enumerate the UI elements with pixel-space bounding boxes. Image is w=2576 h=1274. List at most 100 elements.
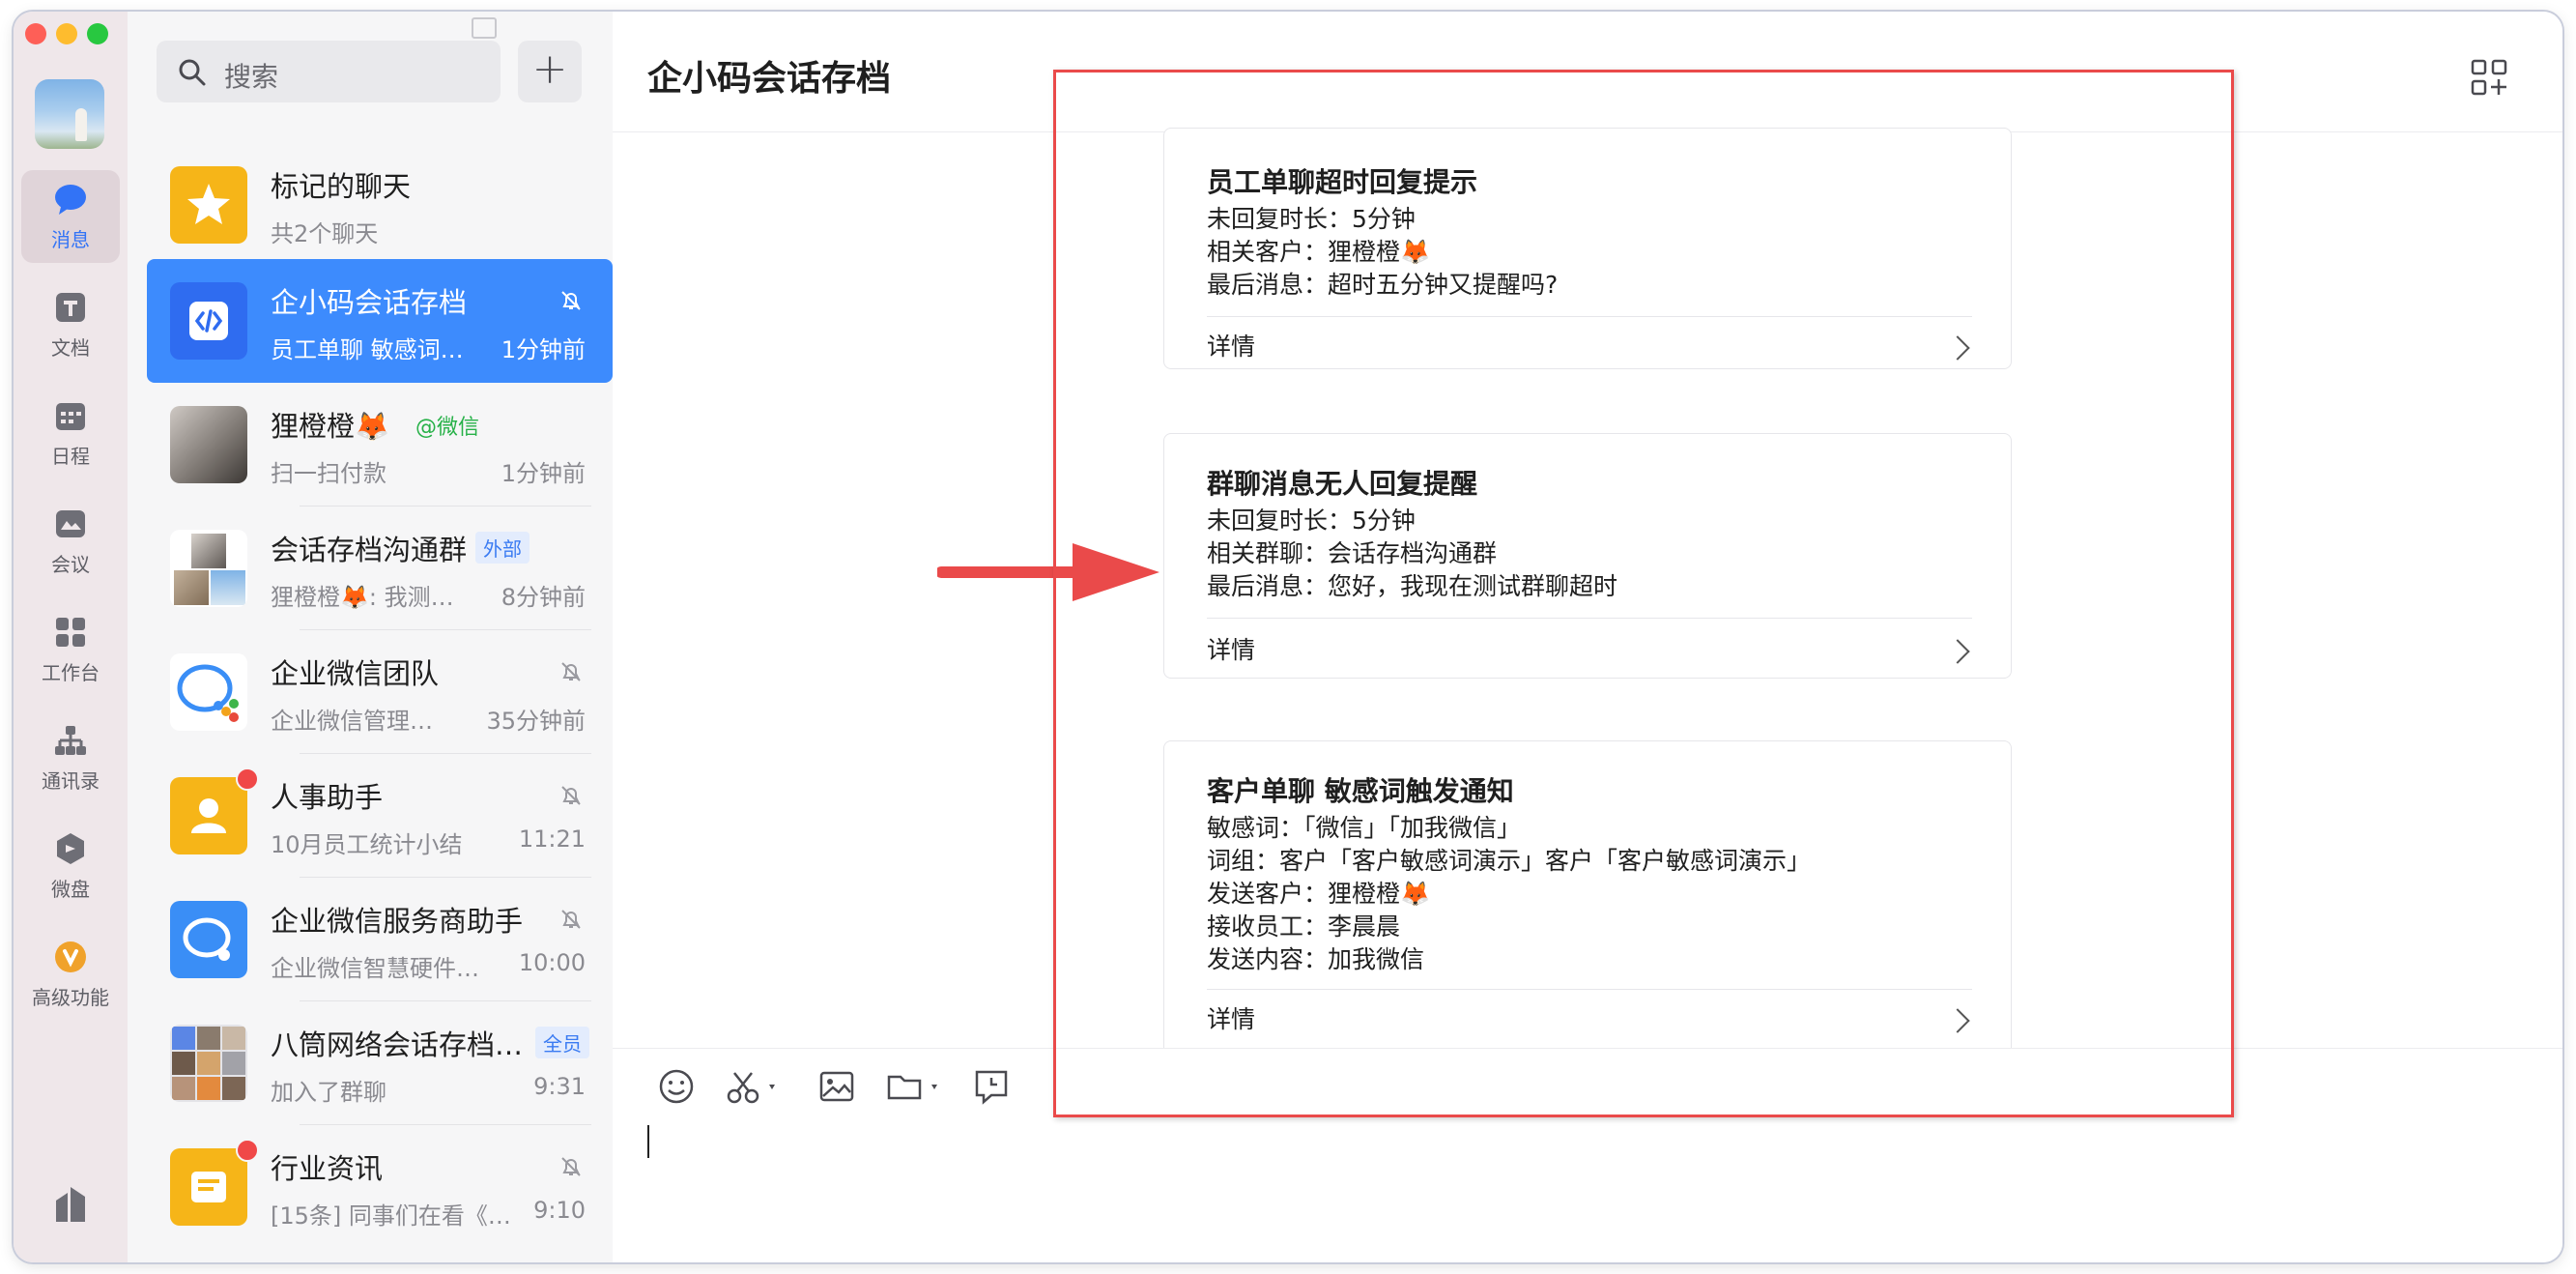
chat-item-batong-archive[interactable]: 八筒网络会话存档… 全员 加入了群聊 9:31 bbox=[147, 1001, 613, 1125]
chat-preview: 狸橙橙🦊: 我测… bbox=[271, 584, 454, 611]
chat-name: 八筒网络会话存档… bbox=[271, 1028, 524, 1061]
rail-item-advanced[interactable]: 高级功能 bbox=[21, 928, 120, 1021]
card-line: 词组：客户「客户敏感词演示」客户「客户敏感词演示」 bbox=[1207, 847, 1812, 875]
notification-card: 客户单聊 敏感词触发通知 敏感词：「微信」「加我微信」 词组：客户「客户敏感词演… bbox=[1163, 740, 2012, 1049]
search-input[interactable]: 搜索 bbox=[157, 41, 501, 102]
card-detail-link[interactable]: 详情 bbox=[1207, 631, 1255, 666]
close-window-button[interactable] bbox=[25, 23, 46, 44]
service-assistant-avatar bbox=[170, 901, 247, 978]
chevron-right-icon[interactable] bbox=[1945, 335, 1970, 361]
chevron-right-icon[interactable] bbox=[1945, 639, 1970, 664]
card-title: 客户单聊 敏感词触发通知 bbox=[1207, 775, 1514, 807]
chat-bubble-icon bbox=[55, 185, 86, 215]
chat-history-icon[interactable] bbox=[972, 1067, 1011, 1106]
wechat-tag: @微信 bbox=[415, 416, 480, 440]
chat-time: 11:21 bbox=[518, 825, 586, 853]
left-rail: 消息 文档 日程 会议 工作台 通讯录 微盘 高级功能 bbox=[14, 12, 128, 1262]
chat-preview: 员工单聊 敏感词… bbox=[271, 336, 464, 363]
chat-preview: 加入了群聊 bbox=[271, 1079, 386, 1106]
chat-name: 企业微信团队 bbox=[271, 657, 440, 690]
chat-name: 人事助手 bbox=[271, 781, 384, 814]
rail-label-docs: 文档 bbox=[51, 336, 90, 360]
rail-label-advanced: 高级功能 bbox=[32, 986, 109, 1009]
chat-item-lichengcheng[interactable]: 狸橙橙🦊 @微信 扫一扫付款 1分钟前 bbox=[147, 383, 613, 507]
folder-icon[interactable] bbox=[885, 1067, 945, 1106]
chat-preview: 扫一扫付款 bbox=[271, 460, 386, 487]
wecom-logo-icon bbox=[183, 917, 231, 961]
person-icon bbox=[191, 798, 226, 833]
mute-bell-icon bbox=[561, 910, 581, 929]
group-avatar bbox=[170, 1025, 247, 1102]
chat-name: 企小码会话存档 bbox=[271, 286, 468, 319]
chat-item-industry-news[interactable]: 行业资讯 [15条] 同事们在看《… 9:10 bbox=[147, 1125, 613, 1249]
chat-name: 标记的聊天 bbox=[271, 170, 412, 203]
chat-item-service-assistant[interactable]: 企业微信服务商助手 企业微信智慧硬件… 10:00 bbox=[147, 878, 613, 1001]
chat-time: 9:10 bbox=[533, 1197, 586, 1224]
meeting-icon bbox=[56, 510, 85, 537]
rail-label-workbench: 工作台 bbox=[42, 661, 100, 684]
card-line: 发送客户：狸橙橙🦊 bbox=[1207, 880, 1431, 908]
external-tag: 外部 bbox=[475, 532, 530, 564]
card-title: 员工单聊超时回复提示 bbox=[1207, 166, 1478, 198]
user-avatar[interactable] bbox=[35, 79, 104, 149]
chat-time: 10:00 bbox=[518, 949, 586, 976]
contacts-icon bbox=[55, 726, 86, 755]
card-line: 最后消息：超时五分钟又提醒吗? bbox=[1207, 271, 1559, 299]
more-apps-icon[interactable] bbox=[52, 1183, 89, 1222]
rail-item-calendar[interactable]: 日程 bbox=[21, 387, 120, 479]
card-detail-link[interactable]: 详情 bbox=[1207, 1000, 1255, 1035]
rail-label-contacts: 通讯录 bbox=[42, 769, 100, 793]
code-icon bbox=[189, 302, 228, 340]
rail-label-meeting: 会议 bbox=[51, 553, 90, 576]
zoom-window-button[interactable] bbox=[87, 23, 108, 44]
rail-item-drive[interactable]: 微盘 bbox=[21, 820, 120, 912]
chat-time: 1分钟前 bbox=[501, 336, 586, 363]
rail-label-calendar: 日程 bbox=[51, 445, 90, 468]
mute-bell-icon bbox=[561, 786, 581, 805]
rail-item-workbench[interactable]: 工作台 bbox=[21, 603, 120, 696]
rail-item-meeting[interactable]: 会议 bbox=[21, 495, 120, 588]
chat-item-archive-group[interactable]: 会话存档沟通群 外部 狸橙橙🦊: 我测… 8分钟前 bbox=[147, 507, 613, 630]
conversation-pane: 企小码会话存档 员工单聊超时回复提示 未回复时长：5分钟 相关客户：狸橙橙🦊 最… bbox=[613, 12, 2562, 1262]
rail-item-contacts[interactable]: 通讯录 bbox=[21, 711, 120, 804]
chat-list-panel: 搜索 + 标记的聊天 共2个聊天 企小码会话存档 员工单聊 敏感词… 1分钟前 … bbox=[128, 12, 614, 1262]
mute-bell-icon bbox=[561, 291, 581, 310]
chat-name: 企业微信服务商助手 bbox=[271, 905, 524, 938]
card-line: 未回复时长：5分钟 bbox=[1207, 205, 1416, 233]
hr-assistant-avatar bbox=[170, 777, 247, 854]
wecom-team-avatar bbox=[170, 653, 247, 731]
cloud-drive-icon bbox=[57, 833, 84, 864]
screenshot-scissors-icon[interactable] bbox=[725, 1067, 783, 1106]
advanced-features-icon bbox=[55, 941, 86, 972]
conversation-title: 企小码会话存档 bbox=[647, 59, 892, 99]
emoji-icon[interactable] bbox=[657, 1067, 696, 1106]
chat-item-wecom-team[interactable]: 企业微信团队 企业微信管理… 35分钟前 bbox=[147, 630, 613, 754]
chat-item-starred[interactable]: 标记的聊天 共2个聊天 bbox=[147, 143, 613, 267]
rail-item-messages[interactable]: 消息 bbox=[21, 170, 120, 263]
all-staff-tag: 全员 bbox=[535, 1027, 589, 1058]
minimize-window-button[interactable] bbox=[56, 23, 77, 44]
create-new-button[interactable]: + bbox=[518, 41, 582, 102]
image-icon[interactable] bbox=[817, 1067, 856, 1106]
chat-preview: 企业微信智慧硬件… bbox=[271, 955, 479, 982]
calendar-icon bbox=[56, 403, 85, 430]
search-placeholder: 搜索 bbox=[224, 61, 279, 93]
card-line: 发送内容：加我微信 bbox=[1207, 945, 1425, 973]
card-line: 相关群聊：会话存档沟通群 bbox=[1207, 539, 1498, 567]
document-icon bbox=[56, 293, 85, 322]
chat-preview: 共2个聊天 bbox=[271, 220, 379, 247]
message-input-caret[interactable] bbox=[647, 1125, 649, 1158]
app-window: 消息 文档 日程 会议 工作台 通讯录 微盘 高级功能 搜索 + 标记的聊天 共… bbox=[14, 12, 2562, 1262]
wecom-logo-icon bbox=[177, 664, 239, 722]
chat-item-hr-assistant[interactable]: 人事助手 10月员工统计小结 11:21 bbox=[147, 754, 613, 878]
chat-name: 会话存档沟通群 bbox=[271, 534, 468, 566]
chat-item-qixiaoma[interactable]: 企小码会话存档 员工单聊 敏感词… 1分钟前 bbox=[147, 259, 613, 383]
chevron-right-icon[interactable] bbox=[1945, 1008, 1970, 1033]
card-detail-link[interactable]: 详情 bbox=[1207, 328, 1255, 362]
mute-bell-icon bbox=[561, 662, 581, 681]
card-title: 群聊消息无人回复提醒 bbox=[1207, 468, 1478, 500]
chat-name: 狸橙橙🦊 bbox=[271, 410, 390, 443]
star-icon bbox=[187, 184, 230, 224]
rail-item-docs[interactable]: 文档 bbox=[21, 278, 120, 371]
add-app-grid-icon[interactable] bbox=[2470, 58, 2508, 97]
